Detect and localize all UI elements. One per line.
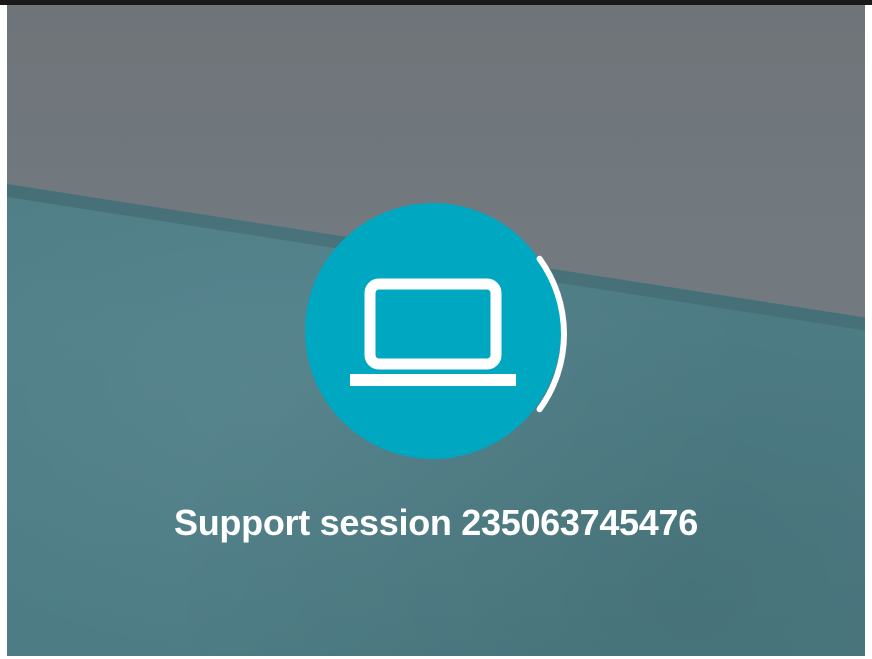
session-card: Support session 235063745476	[7, 5, 865, 656]
screen: Support session 235063745476	[0, 0, 872, 659]
session-label-prefix: Support session	[174, 502, 452, 543]
session-id: 235063745476	[461, 502, 698, 543]
background-scene: Support session 235063745476	[7, 5, 865, 656]
session-avatar	[303, 201, 569, 467]
session-label: Support session 235063745476	[7, 502, 865, 544]
progress-arc	[536, 255, 567, 413]
progress-ring	[536, 255, 567, 413]
